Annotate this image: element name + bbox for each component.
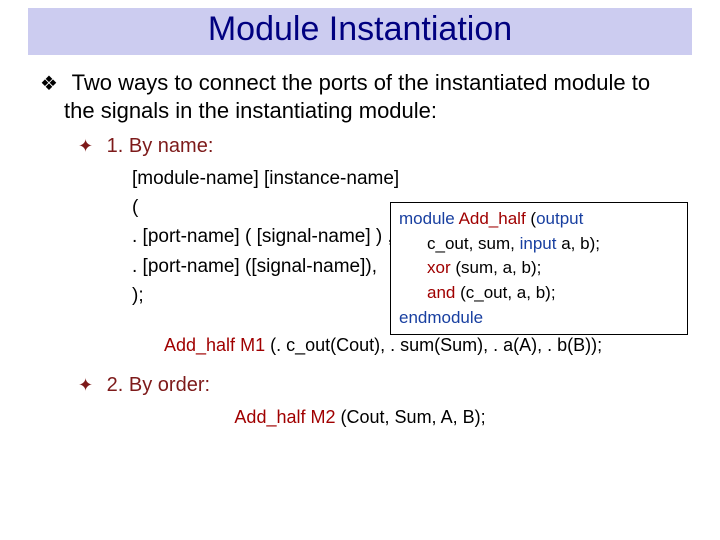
code-line-5: endmodule bbox=[399, 306, 681, 331]
section-2-heading-text: 2. By order: bbox=[107, 374, 210, 396]
code-line-4: and (c_out, a, b); bbox=[427, 281, 681, 306]
xor-gate: xor bbox=[427, 258, 451, 277]
ex2-mod: Add_half bbox=[234, 407, 305, 427]
kw-output: output bbox=[536, 209, 583, 228]
intro-text: Two ways to connect the ports of the ins… bbox=[64, 70, 650, 123]
code-example-box: module Add_half (output c_out, sum, inpu… bbox=[390, 202, 688, 335]
kw-endmodule: endmodule bbox=[399, 308, 483, 327]
ex2-rest: (Cout, Sum, A, B); bbox=[341, 407, 486, 427]
section-1-heading: 1. By name: bbox=[78, 135, 684, 158]
title-bar: Module Instantiation bbox=[28, 8, 692, 55]
example-by-name: Add_half M1 (. c_out(Cout), . sum(Sum), … bbox=[164, 335, 684, 356]
ex1-rest: (. c_out(Cout), . sum(Sum), . a(A), . b(… bbox=[270, 335, 602, 355]
code-line-3: xor (sum, a, b); bbox=[427, 256, 681, 281]
output-ports: c_out, sum, bbox=[427, 234, 515, 253]
and-args: (c_out, a, b); bbox=[460, 283, 555, 302]
kw-module: module bbox=[399, 209, 455, 228]
xor-args: (sum, a, b); bbox=[455, 258, 541, 277]
syntax-line-1: [module-name] [instance-name] bbox=[132, 164, 684, 193]
ex1-inst: M1 bbox=[240, 335, 265, 355]
code-line-2: c_out, sum, input a, b); bbox=[427, 232, 681, 257]
slide: Module Instantiation Two ways to connect… bbox=[0, 8, 720, 540]
input-ports: a, b); bbox=[561, 234, 600, 253]
section-1-heading-text: 1. By name: bbox=[107, 135, 214, 157]
slide-body: Two ways to connect the ports of the ins… bbox=[0, 69, 720, 428]
kw-input: input bbox=[520, 234, 557, 253]
slide-title: Module Instantiation bbox=[28, 10, 692, 49]
code-line-1: module Add_half (output bbox=[399, 207, 681, 232]
example-by-order: Add_half M2 (Cout, Sum, A, B); bbox=[36, 407, 684, 428]
intro-bullet: Two ways to connect the ports of the ins… bbox=[36, 69, 684, 125]
and-gate: and bbox=[427, 283, 455, 302]
ex2-inst: M2 bbox=[311, 407, 336, 427]
module-name: Add_half bbox=[459, 209, 526, 228]
ex1-mod: Add_half bbox=[164, 335, 235, 355]
section-2-heading: 2. By order: bbox=[78, 374, 684, 397]
